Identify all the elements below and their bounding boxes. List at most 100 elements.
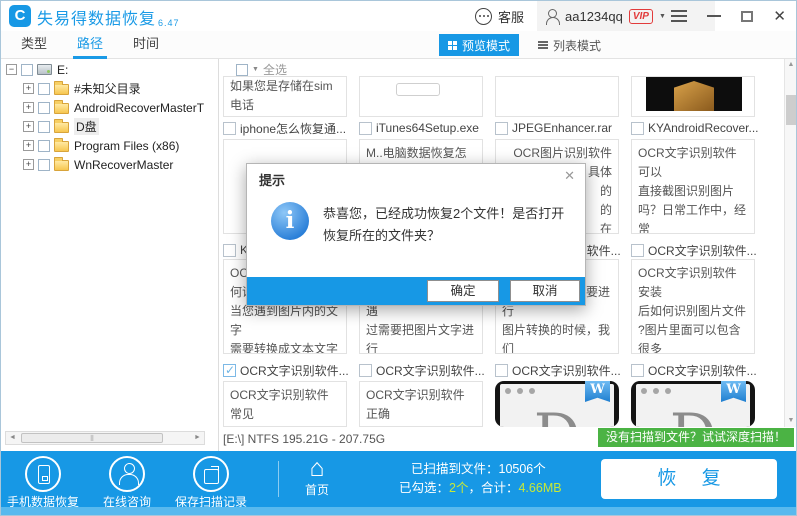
dots-icon	[505, 388, 511, 394]
tab-type[interactable]: 类型	[21, 31, 47, 59]
expand-icon[interactable]	[23, 121, 34, 132]
maximize-button[interactable]	[741, 11, 753, 22]
file-tile[interactable]: OCR文字识别软件正确 使用教程工作生活中， …	[359, 381, 483, 427]
scrollbar-thumb[interactable]	[21, 433, 163, 443]
expand-icon[interactable]	[23, 102, 34, 113]
scroll-left-icon[interactable]: ◄	[6, 432, 19, 444]
preview-widget	[396, 83, 440, 96]
account-name: aa1234qq	[565, 9, 623, 24]
file-item[interactable]: iphone怎么恢复通...	[223, 120, 353, 136]
file-tile[interactable]: OCR文字识别软件可以 直接截图识别图片 吗？日常工作中，经常 会遇到需要采集的…	[631, 139, 755, 234]
minimize-button[interactable]	[707, 15, 721, 17]
checkbox[interactable]	[631, 364, 644, 377]
expand-icon[interactable]	[23, 140, 34, 151]
file-tile[interactable]: 如果您是存储在sim电话 卡上被删除，无法 …	[223, 76, 347, 117]
cancel-button[interactable]: 取消	[510, 280, 580, 302]
checkbox[interactable]	[631, 244, 644, 257]
tree-checkbox[interactable]	[38, 102, 50, 114]
file-item[interactable]: OCR文字识别软件...	[631, 242, 761, 258]
checkbox[interactable]	[223, 364, 236, 377]
file-tile[interactable]	[631, 76, 755, 117]
ok-button[interactable]: 确定	[427, 280, 499, 302]
app-version: 6.47	[158, 18, 180, 28]
grid-vertical-scrollbar[interactable]: ▲ ▼	[784, 59, 797, 427]
scroll-right-icon[interactable]: ►	[191, 432, 204, 444]
tree-checkbox[interactable]	[38, 121, 50, 133]
tabs: 类型 路径 时间	[21, 31, 159, 59]
file-tile[interactable]	[495, 76, 619, 117]
file-name: OCR文字识别软件...	[648, 362, 757, 379]
tree-checkbox[interactable]	[38, 140, 50, 152]
dialog-close-icon[interactable]: ✕	[564, 168, 575, 184]
chat-bubble-icon	[475, 8, 492, 25]
expand-icon[interactable]	[23, 83, 34, 94]
scan-stats: 已扫描到文件：10506个 已勾选：2个，合计：4.66MB	[399, 460, 599, 498]
checkbox[interactable]	[359, 122, 372, 135]
checkbox[interactable]	[631, 122, 644, 135]
file-tile[interactable]: OCR文字识别软件安装 后如何识别图片文件 ?图片里面可以包含很多 信息，包括很…	[631, 259, 755, 354]
close-button[interactable]: ✕	[773, 9, 786, 24]
tree-item-label: WnRecoverMaster	[74, 158, 173, 172]
file-item[interactable]: OCR文字识别软件...	[631, 362, 761, 378]
file-tile[interactable]: OCR文字识别软件常见 问题解析。1、问： …	[223, 381, 347, 427]
menu-icon[interactable]	[671, 10, 687, 22]
list-mode-button[interactable]: 列表模式	[529, 34, 610, 56]
scroll-up-icon[interactable]: ▲	[785, 59, 797, 71]
phone-recovery-button[interactable]: 手机数据恢复	[1, 456, 85, 510]
tree-item-androidrecovermaster[interactable]: AndroidRecoverMasterT	[1, 99, 218, 116]
preview-mode-button[interactable]: 预览模式	[439, 34, 519, 56]
checkbox[interactable]	[359, 364, 372, 377]
tree-item-program-files[interactable]: Program Files (x86)	[1, 137, 218, 154]
tree-checkbox[interactable]	[38, 159, 50, 171]
file-item[interactable]: OCR文字识别软件...	[223, 362, 353, 378]
tree-checkbox[interactable]	[21, 64, 33, 76]
tree-item-drive-e[interactable]: E:	[1, 61, 218, 78]
circle	[25, 456, 61, 492]
checkbox[interactable]	[223, 244, 236, 257]
checkbox[interactable]	[236, 64, 248, 76]
status-row: [E:\] NTFS 195.21G - 207.75G 没有扫描到文件？试试深…	[220, 427, 796, 451]
tab-path[interactable]: 路径	[77, 31, 103, 59]
folder-tree: E: #未知父目录 AndroidRecoverMasterT D盘 Progr…	[1, 59, 219, 451]
support-button[interactable]: 客服	[475, 1, 524, 31]
file-item[interactable]: OCR文字识别软件...	[359, 362, 489, 378]
app-title: 失易得数据恢复6.47	[37, 5, 180, 29]
folder-icon	[54, 141, 69, 152]
tree-checkbox[interactable]	[38, 83, 50, 95]
file-name: OCR文字识别软件...	[512, 362, 621, 379]
folder-icon	[54, 103, 69, 114]
scroll-down-icon[interactable]: ▼	[785, 415, 797, 427]
checkbox[interactable]	[495, 122, 508, 135]
file-item[interactable]: iTunes64Setup.exe	[359, 120, 489, 136]
collapse-icon[interactable]	[6, 64, 17, 75]
save-scan-record-button[interactable]: 保存扫描记录	[169, 456, 253, 510]
divider	[278, 461, 279, 497]
online-chat-button[interactable]: 在线咨询	[85, 456, 169, 510]
file-item[interactable]: JPEGEnhancer.rar	[495, 120, 625, 136]
scrollbar-thumb[interactable]	[786, 95, 796, 125]
drive-icon	[37, 64, 52, 75]
tree-item-unknown-parent[interactable]: #未知父目录	[1, 80, 218, 97]
home-button[interactable]: ⌂ 首页	[289, 455, 345, 498]
checkbox[interactable]	[495, 364, 508, 377]
scanned-count: 已扫描到文件：10506个	[399, 460, 599, 479]
file-item[interactable]: OCR文字识别软件...	[495, 362, 625, 378]
tree-horizontal-scrollbar[interactable]: ◄ ►	[5, 431, 205, 445]
checkbox[interactable]	[223, 122, 236, 135]
expand-icon[interactable]	[23, 159, 34, 170]
deep-scan-button[interactable]: 没有扫描到文件？试试深度扫描！	[598, 428, 794, 447]
word-doc-preview[interactable]: W D	[495, 381, 619, 427]
file-name: JPEGEnhancer.rar	[512, 121, 612, 135]
tree-item-wnrecovermaster[interactable]: WnRecoverMaster	[1, 156, 218, 173]
tab-time[interactable]: 时间	[133, 31, 159, 59]
recover-button[interactable]: 恢 复	[601, 459, 777, 499]
tree-item-d-disk[interactable]: D盘	[1, 118, 218, 135]
file-item[interactable]: KYAndroidRecover...	[631, 120, 761, 136]
phone-icon	[38, 465, 50, 484]
info-icon: i	[271, 202, 309, 240]
bottom-toolbar: 手机数据恢复 在线咨询 保存扫描记录 ⌂ 首页 已扫描到文件：10506个 已勾…	[1, 451, 797, 507]
file-tile[interactable]	[359, 76, 483, 117]
list-mode-label: 列表模式	[553, 37, 601, 54]
file-name: OCR文字识别软件...	[376, 362, 485, 379]
word-doc-preview[interactable]: W D	[631, 381, 755, 427]
